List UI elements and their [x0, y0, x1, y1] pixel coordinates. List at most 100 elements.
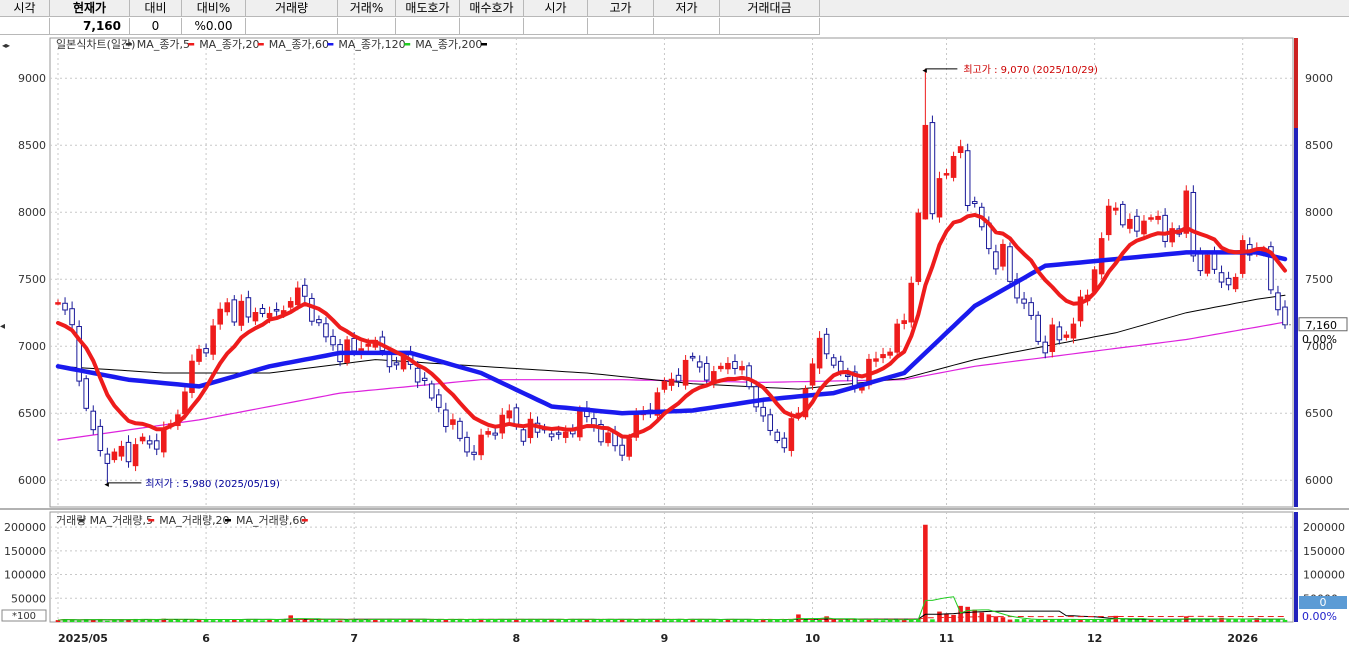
candle-body [492, 432, 498, 436]
header-volume-pct: 거래% [338, 0, 396, 17]
candle-body [1028, 302, 1034, 316]
volume-bar [1014, 619, 1020, 622]
candle-body [146, 440, 153, 445]
candle-body [774, 431, 781, 442]
volume-bar [1007, 619, 1013, 622]
candle-body [273, 309, 280, 312]
volume-bar [380, 619, 385, 622]
candle-body [104, 453, 111, 464]
volume-bar [979, 612, 985, 622]
header-filler [820, 0, 1349, 17]
header-ask: 매도호가 [396, 0, 460, 17]
value-trade-value [720, 18, 820, 35]
x-tick-label: 6 [202, 632, 210, 645]
value-open [524, 18, 588, 35]
volume-legend-item: MA_거래량,20 [159, 514, 229, 527]
candle-body [993, 251, 999, 270]
volume-bar [1261, 619, 1267, 622]
candle-body [1141, 220, 1147, 235]
volume-bar [1162, 619, 1168, 622]
value-filler [820, 18, 1349, 35]
value-current-price: 7,160 [50, 18, 130, 35]
candle-body [1225, 277, 1232, 286]
candle-body [943, 173, 950, 176]
volume-legend-swatch [78, 519, 85, 522]
candle-body [1007, 246, 1013, 282]
candle-body [739, 366, 745, 371]
candle-body [471, 451, 477, 455]
x-tick-label: 8 [513, 632, 521, 645]
volume-right-axis-bar [1294, 512, 1298, 622]
candle-body [97, 425, 104, 452]
candle-body [1239, 240, 1246, 274]
price-tick-right: 6500 [1305, 407, 1333, 420]
candle-body [1035, 314, 1041, 342]
candle-body [1148, 217, 1154, 220]
candle-body [351, 337, 357, 352]
volume-bar [669, 620, 674, 622]
stock-chart[interactable]: ◂▸6000 60006500 65007000 70007500 75008000 80… [0, 36, 1349, 646]
candle-body [760, 406, 766, 417]
x-tick-label: 2026 [1227, 632, 1258, 645]
volume-bar [810, 619, 815, 622]
volume-bar [633, 619, 639, 622]
candle-body [527, 418, 534, 439]
header-low: 저가 [654, 0, 720, 17]
x-tick-label: 12 [1087, 632, 1102, 645]
volume-bar [1000, 617, 1006, 622]
volume-bar [76, 620, 82, 622]
candle-body [139, 436, 146, 442]
candle-body [915, 212, 922, 282]
candle-body [62, 302, 68, 311]
value-low [654, 18, 720, 35]
price-legend-swatch [257, 43, 264, 46]
price-tick-left: 8000 [18, 206, 46, 219]
volume-bar [774, 619, 780, 622]
candle-body [316, 319, 322, 324]
volume-tick-right: 150000 [1303, 545, 1345, 558]
candle-body [450, 419, 456, 425]
volume-bar [260, 620, 265, 622]
candle-body [153, 440, 160, 450]
candle-body [908, 282, 915, 323]
candle-body [238, 300, 245, 326]
candle-body [1105, 205, 1112, 236]
candle-body [732, 361, 738, 369]
candle-body [830, 357, 837, 366]
volume-bar [1028, 619, 1034, 622]
candle-body [90, 410, 97, 431]
candle-body [964, 150, 971, 207]
candle-body [210, 325, 216, 355]
price-legend-item: MA_종가,5 [137, 38, 190, 51]
volume-bar [1078, 620, 1083, 622]
price-tick-left: 7500 [18, 273, 46, 286]
candle-body [182, 391, 188, 415]
volume-bar [1141, 619, 1147, 622]
volume-bar [1219, 617, 1224, 622]
price-legend-swatch [188, 43, 195, 46]
volume-bar [1212, 619, 1217, 622]
candle-body [393, 362, 400, 366]
volume-bar [105, 620, 110, 622]
candle-body [746, 365, 752, 388]
candle-body [880, 354, 886, 359]
volume-scale-label: *100 [12, 611, 36, 622]
candle-body [1056, 326, 1063, 341]
volume-bar [1042, 619, 1048, 622]
volume-bar [210, 620, 216, 622]
current-volume-pct: 0.00% [1302, 610, 1337, 623]
candle-body [83, 378, 89, 409]
volume-bar [704, 620, 710, 622]
header-change: 대비 [130, 0, 182, 17]
candle-body [577, 409, 583, 438]
scroll-arrows-icon: ◂▸ [2, 41, 10, 50]
volume-bar [923, 524, 928, 622]
x-tick-label: 10 [805, 632, 821, 645]
volume-bar [514, 619, 519, 622]
quote-table: 시각 현재가 대비 대비% 거래량 거래% 매도호가 매수호가 시가 고가 저가… [0, 0, 1349, 36]
candle-body [725, 362, 731, 370]
candle-body [217, 308, 223, 325]
low-arrow-icon: ◂ [104, 480, 109, 490]
candle-body [1232, 276, 1239, 290]
price-legend-item: MA_종가,120 [338, 38, 405, 51]
